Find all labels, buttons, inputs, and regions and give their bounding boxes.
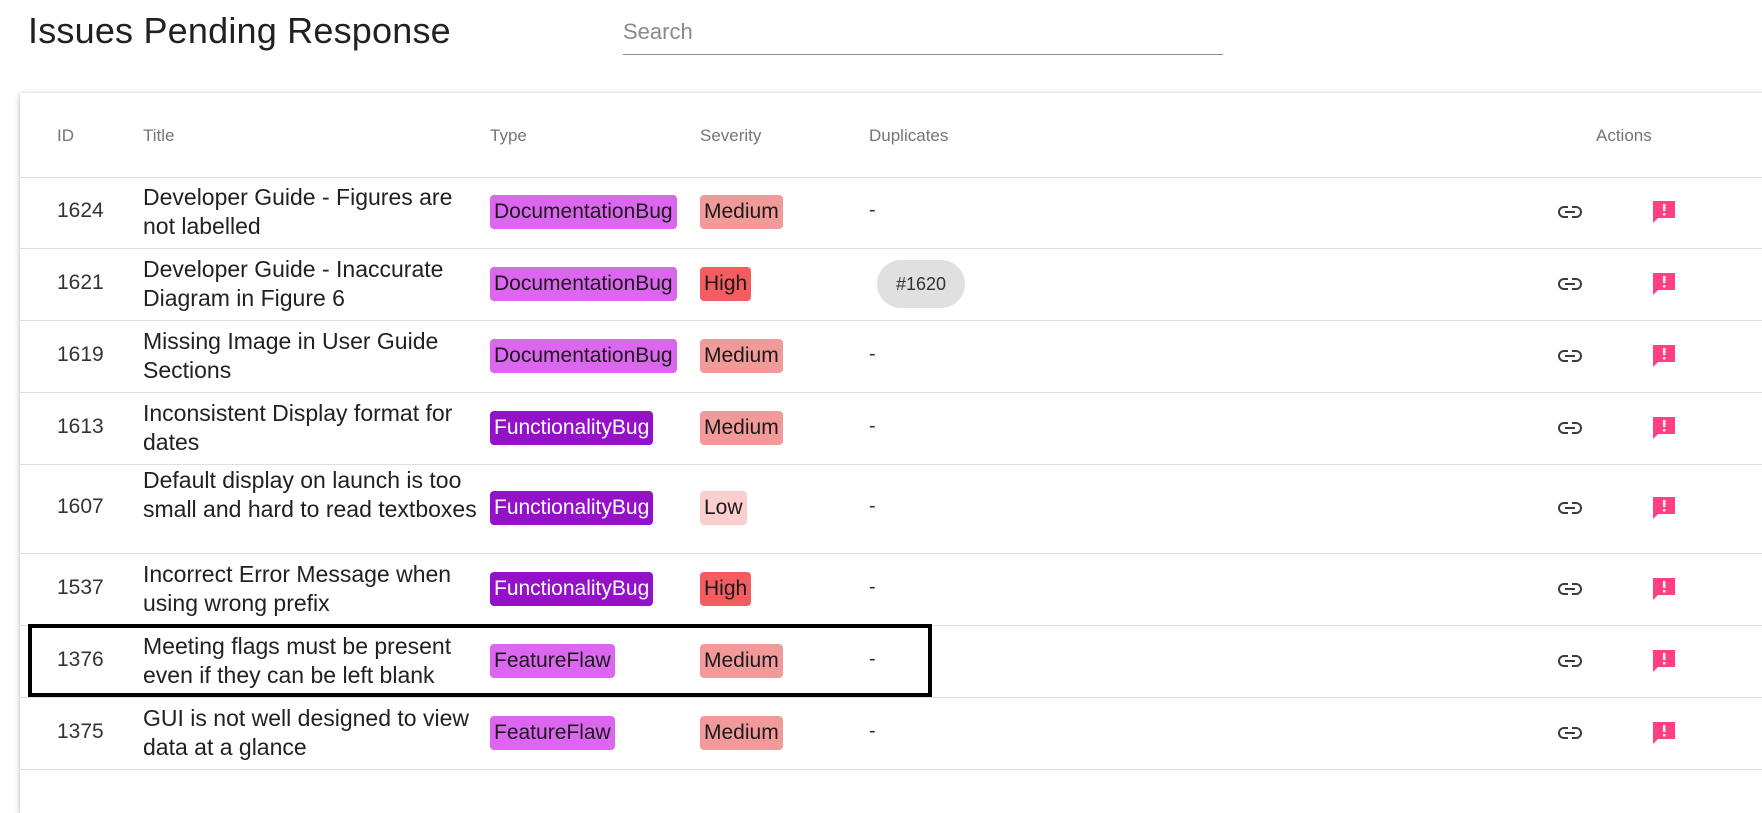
page-title: Issues Pending Response (28, 10, 451, 51)
open-link-button[interactable] (1552, 571, 1588, 607)
table-row[interactable]: 1607 Default display on launch is too sm… (20, 465, 1762, 554)
link-icon (1558, 655, 1582, 667)
severity-badge: Low (700, 491, 747, 525)
type-badge: FunctionalityBug (490, 491, 654, 525)
duplicates-value: - (869, 648, 876, 670)
link-icon (1558, 350, 1582, 362)
type-badge: FunctionalityBug (490, 411, 654, 445)
issues-table: ID Title Type Severity Duplicates Action… (20, 93, 1762, 813)
severity-badge: High (700, 572, 752, 606)
table-row[interactable]: 1619 Missing Image in User Guide Section… (20, 321, 1762, 393)
open-link-button[interactable] (1552, 194, 1588, 230)
link-icon (1558, 583, 1582, 595)
feedback-icon (1653, 650, 1675, 672)
severity-badge: Medium (700, 195, 783, 229)
search-input[interactable] (623, 16, 1223, 48)
feedback-icon (1653, 417, 1675, 439)
issue-id: 1613 (57, 415, 104, 438)
respond-button[interactable] (1646, 490, 1682, 526)
feedback-icon (1653, 273, 1675, 295)
issue-title[interactable]: Meeting flags must be present even if th… (143, 632, 483, 690)
open-link-button[interactable] (1552, 410, 1588, 446)
respond-button[interactable] (1646, 410, 1682, 446)
issue-title[interactable]: Inconsistent Display format for dates (143, 399, 483, 457)
respond-button[interactable] (1646, 571, 1682, 607)
type-badge: FunctionalityBug (490, 572, 654, 606)
issue-id: 1537 (57, 576, 104, 599)
duplicates-value: - (869, 199, 876, 221)
open-link-button[interactable] (1552, 338, 1588, 374)
feedback-icon (1653, 201, 1675, 223)
severity-badge: Medium (700, 716, 783, 750)
respond-button[interactable] (1646, 338, 1682, 374)
issue-title[interactable]: Default display on launch is too small a… (143, 466, 483, 524)
issue-id: 1607 (57, 495, 104, 518)
column-header-id[interactable]: ID (57, 126, 74, 146)
respond-button[interactable] (1646, 643, 1682, 679)
severity-badge: High (700, 267, 752, 301)
issue-id: 1619 (57, 343, 104, 366)
search-field[interactable] (623, 10, 1223, 55)
table-row[interactable]: 1613 Inconsistent Display format for dat… (20, 393, 1762, 465)
issue-title[interactable]: Missing Image in User Guide Sections (143, 327, 483, 385)
type-badge: FeatureFlaw (490, 716, 615, 750)
feedback-icon (1653, 722, 1675, 744)
feedback-icon (1653, 578, 1675, 600)
severity-badge: Medium (700, 339, 783, 373)
table-row[interactable]: 1376 Meeting flags must be present even … (20, 626, 1762, 698)
open-link-button[interactable] (1552, 715, 1588, 751)
duplicates-value: - (869, 343, 876, 365)
issue-id: 1624 (57, 199, 104, 222)
issue-title[interactable]: Developer Guide - Inaccurate Diagram in … (143, 255, 483, 313)
column-header-duplicates[interactable]: Duplicates (869, 126, 948, 146)
table-header-row: ID Title Type Severity Duplicates Action… (20, 93, 1762, 178)
duplicates-value: - (869, 720, 876, 742)
severity-badge: Medium (700, 411, 783, 445)
open-link-button[interactable] (1552, 266, 1588, 302)
duplicate-issue-chip[interactable]: #1620 (877, 260, 966, 308)
respond-button[interactable] (1646, 194, 1682, 230)
feedback-icon (1653, 497, 1675, 519)
link-icon (1558, 727, 1582, 739)
issue-id: 1621 (57, 271, 104, 294)
type-badge: DocumentationBug (490, 267, 677, 301)
type-badge: DocumentationBug (490, 195, 677, 229)
issue-id: 1375 (57, 720, 104, 743)
duplicates-value: - (869, 495, 876, 517)
link-icon (1558, 206, 1582, 218)
respond-button[interactable] (1646, 715, 1682, 751)
open-link-button[interactable] (1552, 490, 1588, 526)
duplicates-value: - (869, 576, 876, 598)
link-icon (1558, 502, 1582, 514)
link-icon (1558, 278, 1582, 290)
table-row[interactable]: 1621 Developer Guide - Inaccurate Diagra… (20, 249, 1762, 321)
link-icon (1558, 422, 1582, 434)
table-row[interactable]: 1537 Incorrect Error Message when using … (20, 554, 1762, 626)
open-link-button[interactable] (1552, 643, 1588, 679)
issue-title[interactable]: Developer Guide - Figures are not labell… (143, 183, 483, 241)
issue-id: 1376 (57, 648, 104, 671)
column-header-title[interactable]: Title (143, 126, 175, 146)
severity-badge: Medium (700, 644, 783, 678)
column-header-severity[interactable]: Severity (700, 126, 761, 146)
type-badge: FeatureFlaw (490, 644, 615, 678)
issue-title[interactable]: Incorrect Error Message when using wrong… (143, 560, 483, 618)
issue-title[interactable]: GUI is not well designed to view data at… (143, 704, 483, 762)
column-header-actions: Actions (1596, 126, 1652, 145)
duplicates-value: - (869, 415, 876, 437)
respond-button[interactable] (1646, 266, 1682, 302)
table-row[interactable]: 1375 GUI is not well designed to view da… (20, 698, 1762, 770)
column-header-type[interactable]: Type (490, 126, 527, 146)
type-badge: DocumentationBug (490, 339, 677, 373)
feedback-icon (1653, 345, 1675, 367)
table-row[interactable]: 1624 Developer Guide - Figures are not l… (20, 177, 1762, 249)
